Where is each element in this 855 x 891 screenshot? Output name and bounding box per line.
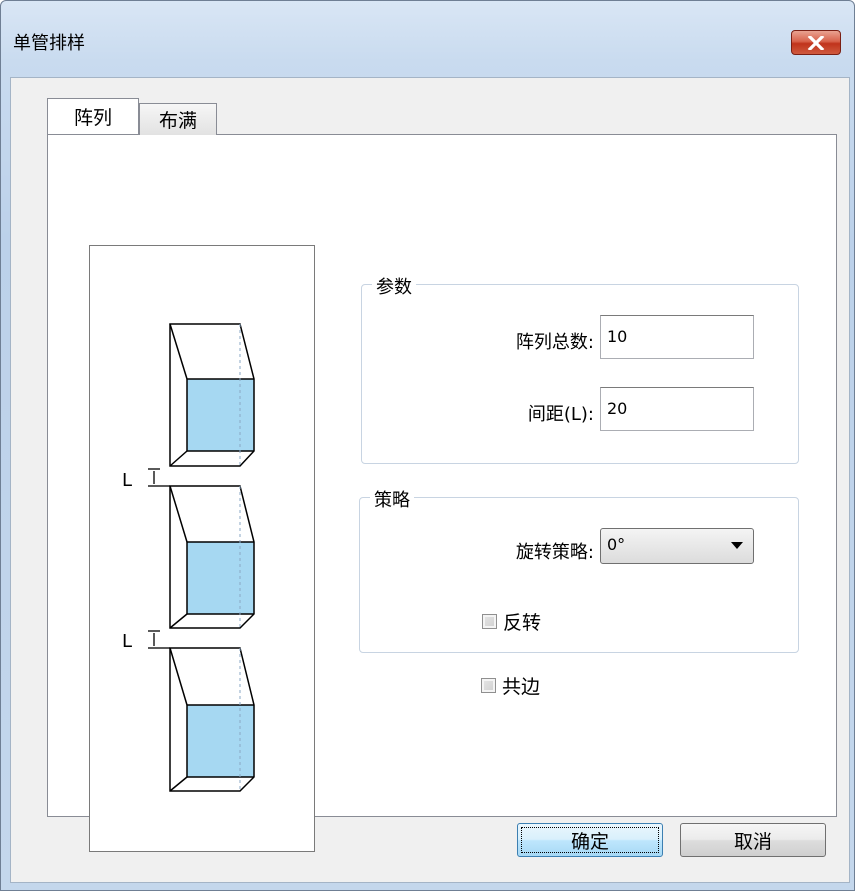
tab-fill-label: 布满 (158, 110, 197, 132)
spacing-marker-2 (148, 630, 170, 649)
array-total-label: 阵列总数: (515, 332, 594, 353)
close-icon (807, 35, 825, 50)
reverse-checkbox[interactable] (482, 614, 497, 629)
spacing-label-1: L (122, 470, 132, 491)
reverse-label: 反转 (503, 612, 542, 634)
tab-fill[interactable]: 布满 (139, 103, 217, 135)
reverse-checkbox-row[interactable]: 反转 (482, 608, 541, 635)
rotate-strategy-label: 旋转策略: (515, 542, 594, 563)
rotate-strategy-value: 0° (607, 535, 626, 554)
tab-array[interactable]: 阵列 (47, 98, 139, 134)
tube-shape-1 (169, 323, 255, 467)
dialog-window: 单管排样 L L 参数 阵列总数: 10 间距(L): 20 策略 旋转策略: … (0, 0, 855, 891)
params-group: 参数 阵列总数: 10 间距(L): 20 (361, 273, 799, 464)
shared-edge-checkbox[interactable] (481, 678, 496, 693)
cancel-button[interactable]: 取消 (680, 823, 826, 857)
array-illustration: L L (89, 245, 315, 852)
spacing-label-2: L (122, 631, 132, 652)
dropdown-arrow-icon (731, 542, 743, 549)
title-bar[interactable]: 单管排样 (1, 1, 854, 71)
strategy-group: 策略 旋转策略: 0° 反转 (359, 486, 799, 653)
shared-edge-checkbox-row[interactable]: 共边 (481, 672, 540, 699)
array-total-input[interactable]: 10 (600, 315, 754, 359)
params-group-title: 参数 (372, 273, 416, 299)
cancel-button-label: 取消 (733, 830, 772, 853)
tube-array-diagram: L L (122, 323, 255, 792)
tube-shape-2 (169, 485, 255, 629)
tab-array-label: 阵列 (73, 107, 112, 129)
rotate-strategy-select[interactable]: 0° (600, 528, 754, 564)
strategy-group-title: 策略 (370, 486, 414, 512)
spacing-input[interactable]: 20 (600, 387, 754, 431)
spacing-label: 间距(L): (527, 404, 594, 425)
shared-edge-label: 共边 (502, 676, 541, 698)
focus-rect (521, 827, 659, 853)
tab-panel-array: L L 参数 阵列总数: 10 间距(L): 20 策略 旋转策略: 0° 反转… (47, 134, 837, 852)
close-button[interactable] (791, 30, 841, 55)
dialog-client-area: L L 参数 阵列总数: 10 间距(L): 20 策略 旋转策略: 0° 反转… (10, 77, 850, 883)
spacing-marker-1 (148, 468, 170, 487)
ok-button[interactable]: 确定 (517, 823, 663, 857)
tube-shape-3 (169, 647, 255, 792)
window-title: 单管排样 (13, 33, 85, 54)
